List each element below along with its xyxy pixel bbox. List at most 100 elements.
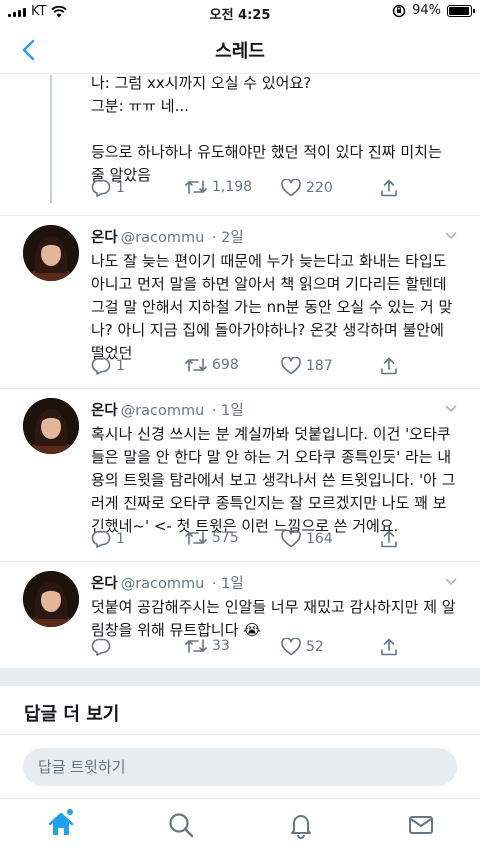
battery-percent: 94% bbox=[412, 3, 441, 18]
retweet-icon bbox=[185, 358, 207, 372]
tweet-text-line: 나? 아니 지금 집에 돌아가야하나? 온갖 생각하며 불안에 bbox=[91, 321, 444, 339]
tweet-text-line: 나: 그럼 xx시까지 오실 수 있어요? bbox=[91, 74, 312, 92]
share-icon bbox=[381, 530, 397, 548]
reply-icon bbox=[91, 638, 111, 656]
retweet-count: 698 bbox=[212, 357, 239, 373]
messages-icon bbox=[409, 816, 433, 834]
new-content-dot bbox=[66, 808, 74, 816]
tweet-text: 혹시나 신경 쓰시는 분 계실까봐 덧붙입니다. 이건 '오타쿠 들은 말을 안… bbox=[91, 423, 458, 538]
retweet-icon bbox=[185, 639, 207, 653]
tweet-text-line bbox=[91, 118, 458, 141]
like-count: 52 bbox=[306, 639, 324, 655]
author-name[interactable]: 온다 bbox=[91, 230, 118, 246]
tweet-partial[interactable]: 나: 그럼 xx시까지 오실 수 있어요? 그분: ㅠㅠ 네... 등으로 하나… bbox=[0, 72, 480, 215]
avatar[interactable] bbox=[23, 225, 79, 281]
tweet-text-line: 아니고 먼저 말을 하면 알아서 책 읽으며 기다리든 할텐데 bbox=[91, 275, 447, 293]
heart-icon bbox=[281, 638, 301, 656]
tweet-text: 나도 잘 늦는 편이기 때문에 누가 늦는다고 화내는 타입도 아니고 먼저 말… bbox=[91, 250, 458, 365]
retweet-button[interactable]: 575 bbox=[185, 530, 239, 546]
reply-icon bbox=[91, 530, 111, 548]
share-icon bbox=[381, 638, 397, 656]
tweet-text-line: 혹시나 신경 쓰시는 분 계실까봐 덧붙입니다. 이건 '오타쿠 bbox=[91, 425, 451, 443]
reply-button[interactable]: 1 bbox=[91, 357, 125, 375]
share-icon bbox=[381, 179, 397, 197]
heart-icon bbox=[281, 179, 301, 197]
share-button[interactable] bbox=[380, 179, 398, 197]
author-name[interactable]: 온다 bbox=[91, 403, 118, 419]
nav-bar: 스레드 bbox=[0, 24, 480, 74]
battery-icon bbox=[447, 4, 475, 17]
share-icon bbox=[381, 357, 397, 375]
reply-button[interactable]: 1 bbox=[91, 179, 125, 197]
tweet[interactable]: 온다 @racommu · 2일 나도 잘 늦는 편이기 때문에 누가 늦는다고 … bbox=[0, 216, 480, 388]
tweet[interactable]: 온다 @racommu · 1일 혹시나 신경 쓰시는 분 계실까봐 덧붙입니다.… bbox=[0, 389, 480, 561]
tab-home[interactable] bbox=[47, 808, 75, 839]
share-button[interactable] bbox=[380, 638, 398, 656]
tab-search[interactable] bbox=[167, 811, 195, 839]
tweet-text-line: 용의 트윗을 탐라에서 보고 생각나서 쓴 트윗입니다. '아 그 bbox=[91, 471, 456, 489]
tweet-text-line: 들은 말을 안 한다 말 안 하는 거 오타쿠 종특인듯' 라는 내 bbox=[91, 448, 452, 466]
like-button[interactable]: 164 bbox=[281, 530, 333, 548]
share-button[interactable] bbox=[380, 357, 398, 375]
like-button[interactable]: 52 bbox=[281, 638, 324, 656]
tab-messages[interactable] bbox=[407, 811, 435, 839]
retweet-button[interactable]: 33 bbox=[185, 638, 230, 654]
reply-composer-bar bbox=[0, 734, 480, 798]
tweet-text-line: 그걸 말 안해서 지하철 가는 nn분 동안 오실 수 있는 거 맞 bbox=[91, 298, 453, 316]
more-replies-heading[interactable]: 답글 더 보기 bbox=[24, 700, 119, 726]
chevron-down-icon[interactable] bbox=[444, 574, 458, 588]
like-button[interactable]: 187 bbox=[281, 357, 333, 375]
author-name[interactable]: 온다 bbox=[91, 576, 118, 592]
retweet-icon bbox=[185, 180, 207, 194]
page-title: 스레드 bbox=[215, 41, 265, 62]
chevron-down-icon[interactable] bbox=[444, 228, 458, 242]
avatar[interactable] bbox=[23, 398, 79, 454]
retweet-button[interactable]: 698 bbox=[185, 357, 239, 373]
tweet-time[interactable]: 1일 bbox=[221, 576, 244, 592]
notifications-icon bbox=[291, 815, 311, 839]
status-bar: KT 오전 4:25 94% bbox=[0, 0, 480, 24]
avatar[interactable] bbox=[23, 571, 79, 627]
tweet[interactable]: 온다 @racommu · 1일 덧붙여 공감해주시는 인알들 너무 재밌고 감사… bbox=[0, 562, 480, 668]
reply-count: 1 bbox=[116, 180, 125, 196]
retweet-icon bbox=[185, 531, 207, 545]
heart-icon bbox=[281, 357, 301, 375]
tweet-time[interactable]: 1일 bbox=[221, 403, 244, 419]
chevron-down-icon[interactable] bbox=[444, 401, 458, 415]
heart-icon bbox=[281, 530, 301, 548]
author-handle[interactable]: @racommu bbox=[121, 576, 205, 592]
tweet-actions: 33 52 bbox=[91, 638, 471, 664]
reply-button[interactable] bbox=[91, 638, 116, 656]
share-button[interactable] bbox=[380, 530, 398, 548]
tweet-actions: 1 575 164 bbox=[91, 530, 471, 556]
like-button[interactable]: 220 bbox=[281, 179, 333, 197]
tweet-text: 나: 그럼 xx시까지 오실 수 있어요? 그분: ㅠㅠ 네... 등으로 하나… bbox=[91, 72, 458, 187]
author-handle[interactable]: @racommu bbox=[121, 230, 205, 246]
tweet-time[interactable]: 2일 bbox=[221, 230, 244, 246]
retweet-button[interactable]: 1,198 bbox=[185, 179, 252, 195]
tweet-actions: 1 698 187 bbox=[91, 357, 471, 383]
like-count: 220 bbox=[306, 180, 333, 196]
avatar-image bbox=[23, 225, 79, 281]
tweet-body: 온다 @racommu · 2일 나도 잘 늦는 편이기 때문에 누가 늦는다고 … bbox=[91, 226, 458, 365]
reply-count: 1 bbox=[116, 358, 125, 374]
author-handle[interactable]: @racommu bbox=[121, 403, 205, 419]
tweet-body: 온다 @racommu · 1일 혹시나 신경 쓰시는 분 계실까봐 덧붙입니다.… bbox=[91, 399, 458, 538]
orientation-lock-icon bbox=[392, 4, 406, 17]
search-icon bbox=[169, 813, 194, 838]
tweet-header: 온다 @racommu · 1일 bbox=[91, 399, 458, 423]
tweet-actions: 1 1,198 220 bbox=[91, 179, 471, 205]
tab-bar bbox=[0, 798, 480, 852]
section-divider bbox=[0, 668, 480, 686]
status-right: 94% bbox=[392, 3, 475, 18]
tweet-text-line: 나도 잘 늦는 편이기 때문에 누가 늦는다고 화내는 타입도 bbox=[91, 252, 447, 270]
tweet-text-line: 러게 진짜로 오타쿠 종특인지는 잘 모르겠지만 나도 꽤 보 bbox=[91, 494, 447, 512]
reply-input[interactable] bbox=[23, 748, 457, 786]
reply-count: 1 bbox=[116, 531, 125, 547]
tweet-body: 온다 @racommu · 1일 덧붙여 공감해주시는 인알들 너무 재밌고 감사… bbox=[91, 572, 458, 642]
retweet-count: 575 bbox=[212, 530, 239, 546]
tweet-text-line: 덧붙여 공감해주시는 인알들 너무 재밌고 감사하지만 제 알 bbox=[91, 598, 456, 616]
reply-button[interactable]: 1 bbox=[91, 530, 125, 548]
tab-notifications[interactable] bbox=[287, 811, 315, 839]
tweet-text-line: 그분: ㅠㅠ 네... bbox=[91, 97, 189, 115]
